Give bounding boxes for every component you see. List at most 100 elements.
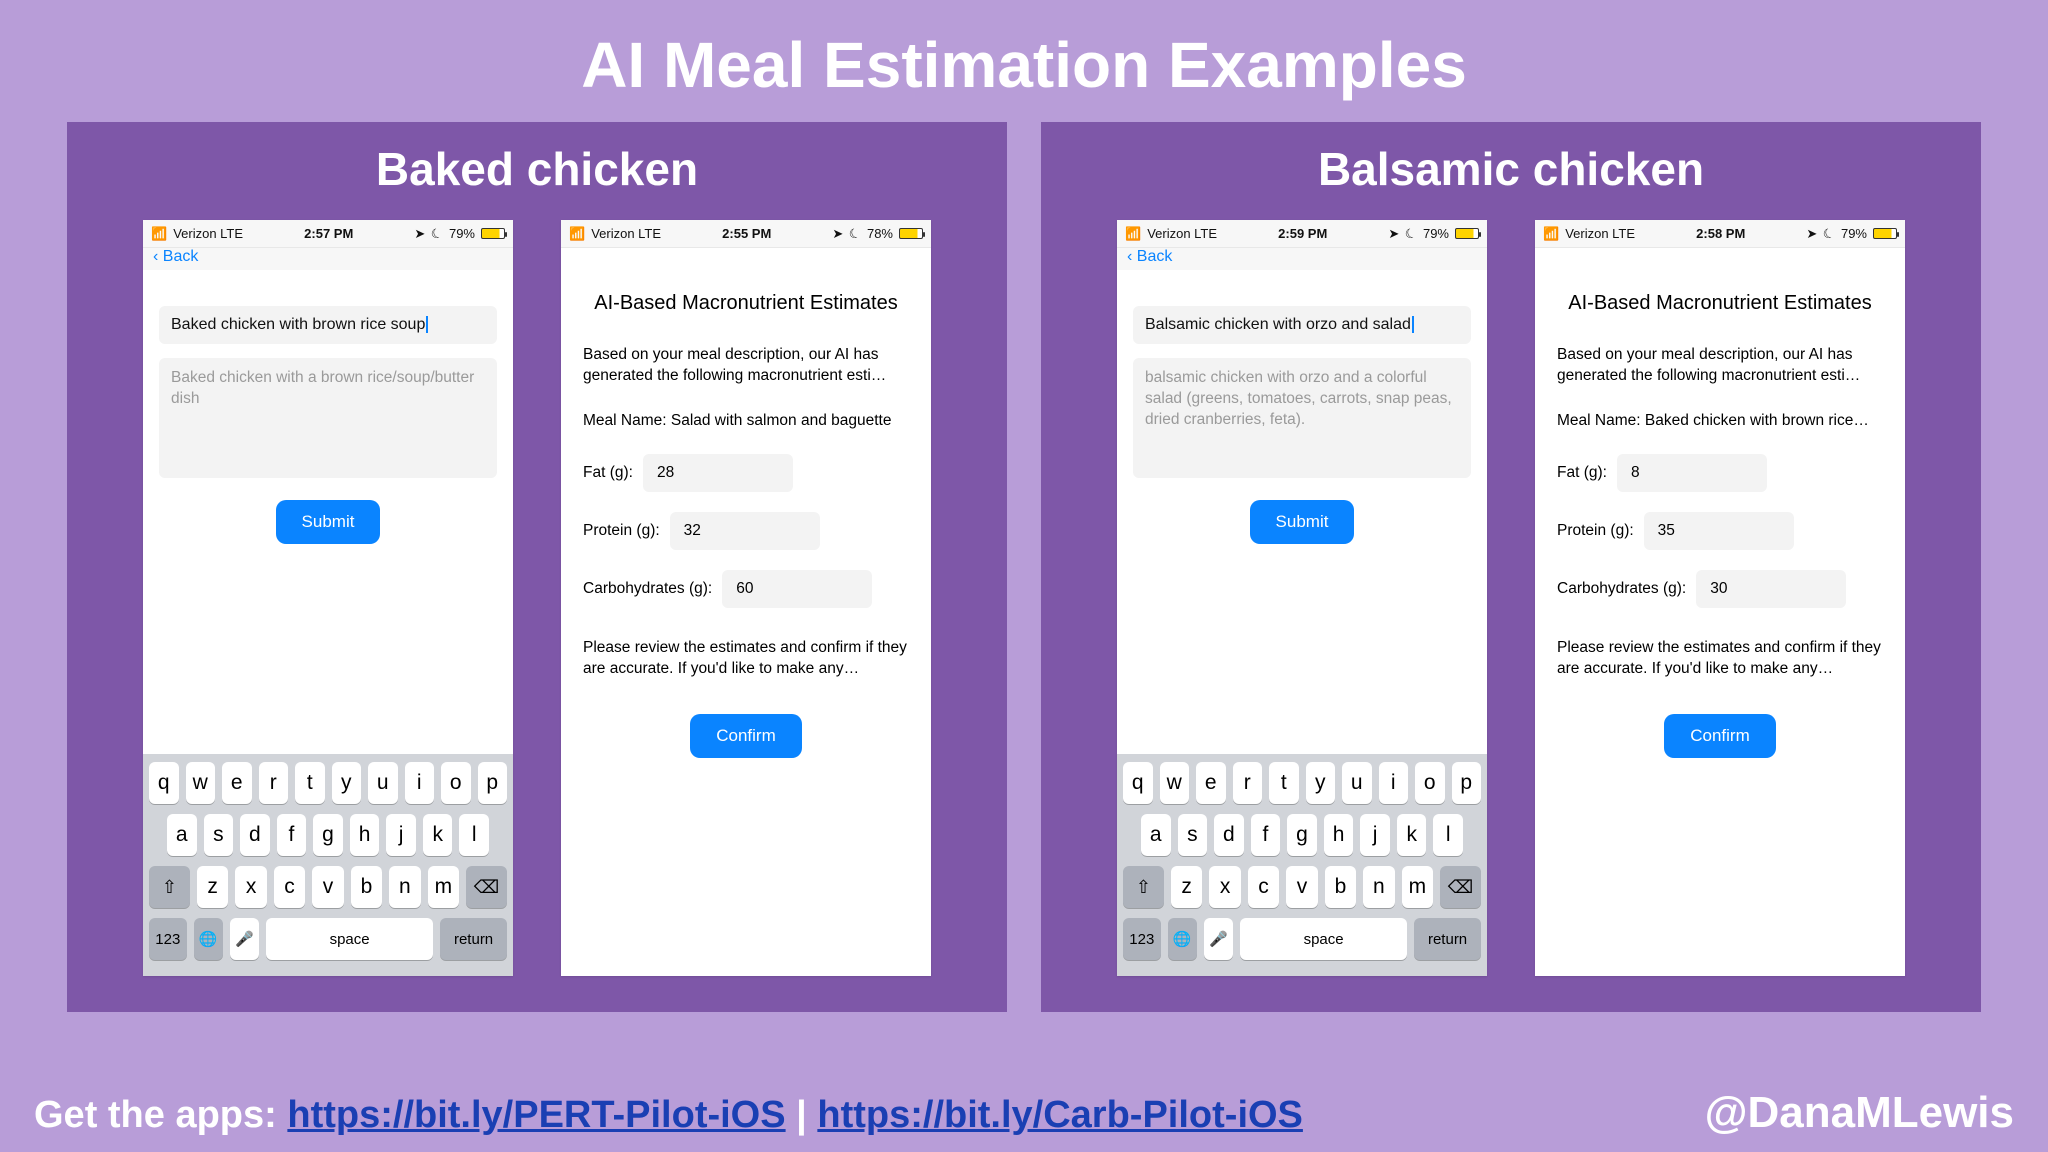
key-f[interactable]: f bbox=[277, 814, 307, 856]
submit-button[interactable]: Submit bbox=[276, 500, 381, 544]
meal-name-row: Meal Name: Baked chicken with brown rice… bbox=[1557, 411, 1883, 432]
key-space[interactable]: space bbox=[266, 918, 433, 960]
dnd-icon: ☾ bbox=[1821, 224, 1837, 243]
key-s[interactable]: s bbox=[1178, 814, 1208, 856]
meal-description-input[interactable]: balsamic chicken with orzo and a colorfu… bbox=[1133, 358, 1471, 478]
key-d[interactable]: d bbox=[240, 814, 270, 856]
key-shift[interactable]: ⇧ bbox=[149, 866, 190, 908]
fat-value[interactable]: 28 bbox=[643, 454, 793, 492]
key-y[interactable]: y bbox=[1306, 762, 1336, 804]
key-r[interactable]: r bbox=[1233, 762, 1263, 804]
key-mic[interactable]: 🎤 bbox=[1204, 918, 1233, 960]
key-123[interactable]: 123 bbox=[149, 918, 187, 960]
location-icon: ➤ bbox=[1388, 226, 1399, 242]
key-h[interactable]: h bbox=[350, 814, 380, 856]
key-v[interactable]: v bbox=[1286, 866, 1317, 908]
key-p[interactable]: p bbox=[478, 762, 508, 804]
key-l[interactable]: l bbox=[459, 814, 489, 856]
key-c[interactable]: c bbox=[274, 866, 305, 908]
key-m[interactable]: m bbox=[428, 866, 459, 908]
key-p[interactable]: p bbox=[1452, 762, 1482, 804]
carb-label: Carbohydrates (g): bbox=[1557, 580, 1686, 598]
fat-label: Fat (g): bbox=[583, 464, 633, 482]
key-n[interactable]: n bbox=[389, 866, 420, 908]
key-h[interactable]: h bbox=[1324, 814, 1354, 856]
key-123[interactable]: 123 bbox=[1123, 918, 1161, 960]
carb-value[interactable]: 60 bbox=[722, 570, 872, 608]
key-i[interactable]: i bbox=[1379, 762, 1409, 804]
key-shift[interactable]: ⇧ bbox=[1123, 866, 1164, 908]
fat-value[interactable]: 8 bbox=[1617, 454, 1767, 492]
estimate-intro: Based on your meal description, our AI h… bbox=[583, 345, 909, 387]
key-g[interactable]: g bbox=[313, 814, 343, 856]
key-r[interactable]: r bbox=[259, 762, 289, 804]
submit-button[interactable]: Submit bbox=[1250, 500, 1355, 544]
status-bar: 📶 Verizon LTE 2:58 PM ➤ ☾ 79% bbox=[1535, 220, 1905, 248]
key-z[interactable]: z bbox=[197, 866, 228, 908]
confirm-button[interactable]: Confirm bbox=[1664, 714, 1776, 758]
key-space[interactable]: space bbox=[1240, 918, 1407, 960]
key-j[interactable]: j bbox=[1360, 814, 1390, 856]
key-a[interactable]: a bbox=[167, 814, 197, 856]
key-backspace[interactable]: ⌫ bbox=[466, 866, 507, 908]
review-text: Please review the estimates and confirm … bbox=[583, 638, 909, 680]
phone-estimate-screen: 📶 Verizon LTE 2:55 PM ➤ ☾ 78% AI-Based M… bbox=[561, 220, 931, 976]
link-pert-pilot[interactable]: https://bit.ly/PERT-Pilot-iOS bbox=[287, 1094, 785, 1136]
key-e[interactable]: e bbox=[222, 762, 252, 804]
key-o[interactable]: o bbox=[1415, 762, 1445, 804]
footer-prefix: Get the apps: bbox=[34, 1094, 287, 1136]
key-y[interactable]: y bbox=[332, 762, 362, 804]
key-mic[interactable]: 🎤 bbox=[230, 918, 259, 960]
nav-back[interactable]: ‹ Back bbox=[143, 248, 513, 270]
key-u[interactable]: u bbox=[1342, 762, 1372, 804]
key-z[interactable]: z bbox=[1171, 866, 1202, 908]
confirm-button[interactable]: Confirm bbox=[690, 714, 802, 758]
key-t[interactable]: t bbox=[295, 762, 325, 804]
protein-value[interactable]: 35 bbox=[1644, 512, 1794, 550]
carrier-label: Verizon LTE bbox=[173, 226, 243, 241]
key-b[interactable]: b bbox=[1325, 866, 1356, 908]
key-j[interactable]: j bbox=[386, 814, 416, 856]
key-m[interactable]: m bbox=[1402, 866, 1433, 908]
key-c[interactable]: c bbox=[1248, 866, 1279, 908]
key-return[interactable]: return bbox=[440, 918, 507, 960]
key-w[interactable]: w bbox=[1160, 762, 1190, 804]
key-k[interactable]: k bbox=[423, 814, 453, 856]
key-u[interactable]: u bbox=[368, 762, 398, 804]
key-globe[interactable]: 🌐 bbox=[194, 918, 223, 960]
key-backspace[interactable]: ⌫ bbox=[1440, 866, 1481, 908]
key-o[interactable]: o bbox=[441, 762, 471, 804]
key-g[interactable]: g bbox=[1287, 814, 1317, 856]
key-w[interactable]: w bbox=[186, 762, 216, 804]
meal-title-input[interactable]: Baked chicken with brown rice soup bbox=[159, 306, 497, 344]
phone-input-screen: 📶 Verizon LTE 2:59 PM ➤ ☾ 79% ‹ Back Bal… bbox=[1117, 220, 1487, 976]
link-carb-pilot[interactable]: https://bit.ly/Carb-Pilot-iOS bbox=[817, 1094, 1303, 1136]
footer-sep: | bbox=[796, 1094, 817, 1136]
battery-percent: 79% bbox=[1423, 226, 1449, 241]
key-q[interactable]: q bbox=[1123, 762, 1153, 804]
key-x[interactable]: x bbox=[235, 866, 266, 908]
key-globe[interactable]: 🌐 bbox=[1168, 918, 1197, 960]
key-n[interactable]: n bbox=[1363, 866, 1394, 908]
key-b[interactable]: b bbox=[351, 866, 382, 908]
key-f[interactable]: f bbox=[1251, 814, 1281, 856]
key-d[interactable]: d bbox=[1214, 814, 1244, 856]
key-k[interactable]: k bbox=[1397, 814, 1427, 856]
key-return[interactable]: return bbox=[1414, 918, 1481, 960]
estimate-heading: AI-Based Macronutrient Estimates bbox=[1557, 292, 1883, 315]
key-x[interactable]: x bbox=[1209, 866, 1240, 908]
key-i[interactable]: i bbox=[405, 762, 435, 804]
key-e[interactable]: e bbox=[1196, 762, 1226, 804]
protein-value[interactable]: 32 bbox=[670, 512, 820, 550]
key-l[interactable]: l bbox=[1433, 814, 1463, 856]
key-a[interactable]: a bbox=[1141, 814, 1171, 856]
example-panel: Baked chicken 📶 Verizon LTE 2:57 PM ➤ ☾ … bbox=[67, 122, 1007, 1012]
key-v[interactable]: v bbox=[312, 866, 343, 908]
nav-back[interactable]: ‹ Back bbox=[1117, 248, 1487, 270]
meal-title-input[interactable]: Balsamic chicken with orzo and salad bbox=[1133, 306, 1471, 344]
key-t[interactable]: t bbox=[1269, 762, 1299, 804]
carb-value[interactable]: 30 bbox=[1696, 570, 1846, 608]
meal-description-input[interactable]: Baked chicken with a brown rice/soup/but… bbox=[159, 358, 497, 478]
key-q[interactable]: q bbox=[149, 762, 179, 804]
key-s[interactable]: s bbox=[204, 814, 234, 856]
